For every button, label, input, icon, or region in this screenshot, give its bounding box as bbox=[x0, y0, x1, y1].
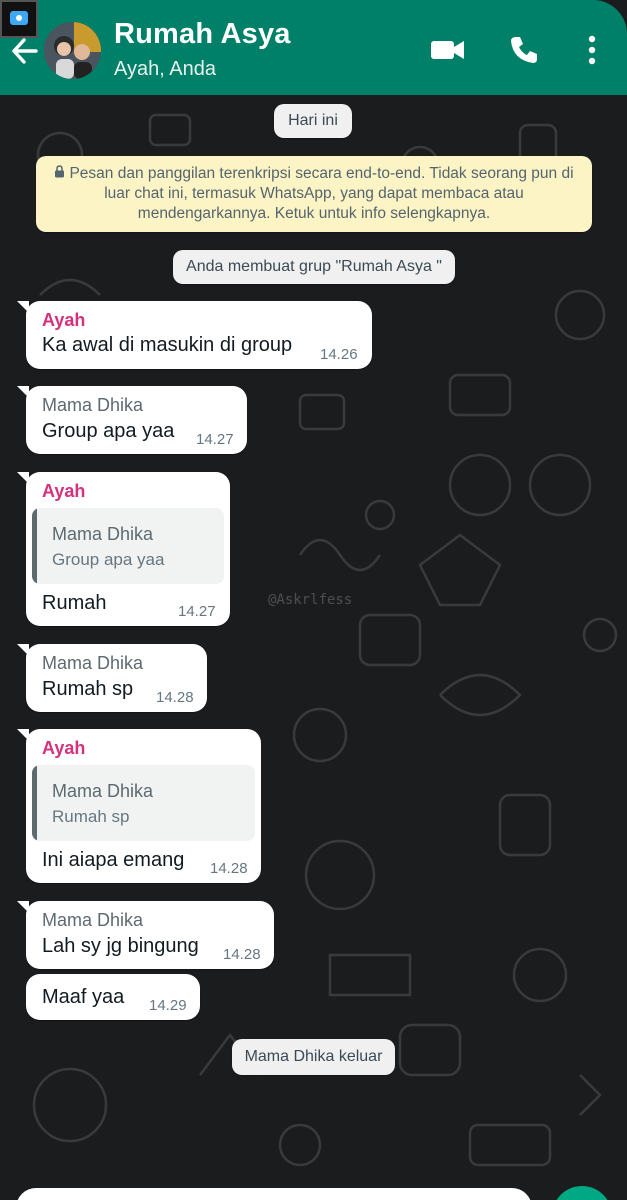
message-time: 14.28 bbox=[210, 860, 248, 877]
video-call-icon[interactable] bbox=[430, 34, 466, 71]
message-text: Maaf yaa bbox=[42, 986, 125, 1008]
message-input[interactable] bbox=[16, 1188, 532, 1200]
message-sender: Ayah bbox=[42, 481, 86, 501]
quoted-message[interactable]: Mama Dhika Rumah sp bbox=[32, 765, 255, 841]
message-text: Ka awal di masukin di group bbox=[42, 334, 293, 356]
message-sender: Ayah bbox=[42, 738, 86, 758]
message-bubble[interactable]: Ayah Mama Dhika Group apa yaa Rumah 14.2… bbox=[17, 472, 230, 626]
mic-button[interactable] bbox=[552, 1186, 612, 1200]
message-bubble[interactable]: Ayah Ka awal di masukin di group 14.26 bbox=[17, 301, 372, 369]
chat-title[interactable]: Rumah Asya bbox=[114, 18, 291, 51]
quoted-sender: Mama Dhika bbox=[52, 524, 154, 544]
quote-bar bbox=[32, 508, 37, 584]
quoted-text: Rumah sp bbox=[52, 807, 130, 826]
message-text: Rumah bbox=[42, 592, 107, 614]
message-text: Group apa yaa bbox=[42, 420, 175, 442]
message-bubble[interactable]: Maaf yaa 14.29 bbox=[26, 974, 200, 1020]
member-left-notice: Mama Dhika keluar bbox=[232, 1039, 395, 1075]
voice-call-icon[interactable] bbox=[508, 34, 540, 71]
bubble-tail bbox=[17, 386, 29, 398]
encryption-text: Pesan dan panggilan terenkripsi secara e… bbox=[69, 165, 574, 223]
quoted-sender: Mama Dhika bbox=[52, 781, 154, 801]
chat-participants[interactable]: Ayah, Anda bbox=[114, 58, 216, 81]
bubble-tail bbox=[17, 644, 29, 656]
group-created-notice: Anda membuat grup "Rumah Asya " bbox=[173, 250, 455, 284]
message-bubble[interactable]: Ayah Mama Dhika Rumah sp Ini aiapa emang… bbox=[17, 729, 261, 883]
message-time: 14.26 bbox=[320, 346, 358, 363]
quoted-text: Group apa yaa bbox=[52, 550, 165, 569]
message-bubble[interactable]: Mama Dhika Lah sy jg bingung 14.28 bbox=[17, 901, 274, 969]
message-time: 14.28 bbox=[156, 689, 194, 706]
message-bubble[interactable]: Mama Dhika Group apa yaa 14.27 bbox=[17, 386, 247, 454]
watermark: @Askrlfess bbox=[268, 592, 353, 608]
group-avatar[interactable] bbox=[44, 22, 101, 79]
message-text: Rumah sp bbox=[42, 678, 134, 700]
date-chip: Hari ini bbox=[274, 104, 352, 138]
message-sender: Mama Dhika bbox=[42, 395, 144, 415]
chat-header: Rumah Asya Ayah, Anda bbox=[0, 0, 627, 95]
message-time: 14.27 bbox=[196, 431, 234, 448]
message-text: Ini aiapa emang bbox=[42, 849, 185, 871]
message-time: 14.27 bbox=[178, 603, 216, 620]
more-vertical-icon[interactable] bbox=[582, 34, 602, 71]
message-sender: Mama Dhika bbox=[42, 910, 144, 930]
app-badge-icon bbox=[0, 0, 38, 38]
encryption-notice[interactable]: Pesan dan panggilan terenkripsi secara e… bbox=[36, 156, 592, 232]
message-sender: Mama Dhika bbox=[42, 653, 144, 673]
bubble-tail bbox=[17, 729, 29, 741]
message-time: 14.29 bbox=[149, 997, 187, 1014]
message-time: 14.28 bbox=[223, 946, 261, 963]
lock-icon bbox=[54, 164, 65, 184]
message-bubble[interactable]: Mama Dhika Rumah sp 14.28 bbox=[17, 644, 207, 712]
message-text: Lah sy jg bingung bbox=[42, 935, 199, 957]
back-arrow-icon[interactable] bbox=[8, 34, 42, 68]
quoted-message[interactable]: Mama Dhika Group apa yaa bbox=[32, 508, 224, 584]
bubble-tail bbox=[17, 901, 29, 913]
quote-bar bbox=[32, 765, 37, 841]
message-sender: Ayah bbox=[42, 310, 86, 330]
bubble-tail bbox=[17, 472, 29, 484]
bubble-tail bbox=[17, 301, 29, 313]
